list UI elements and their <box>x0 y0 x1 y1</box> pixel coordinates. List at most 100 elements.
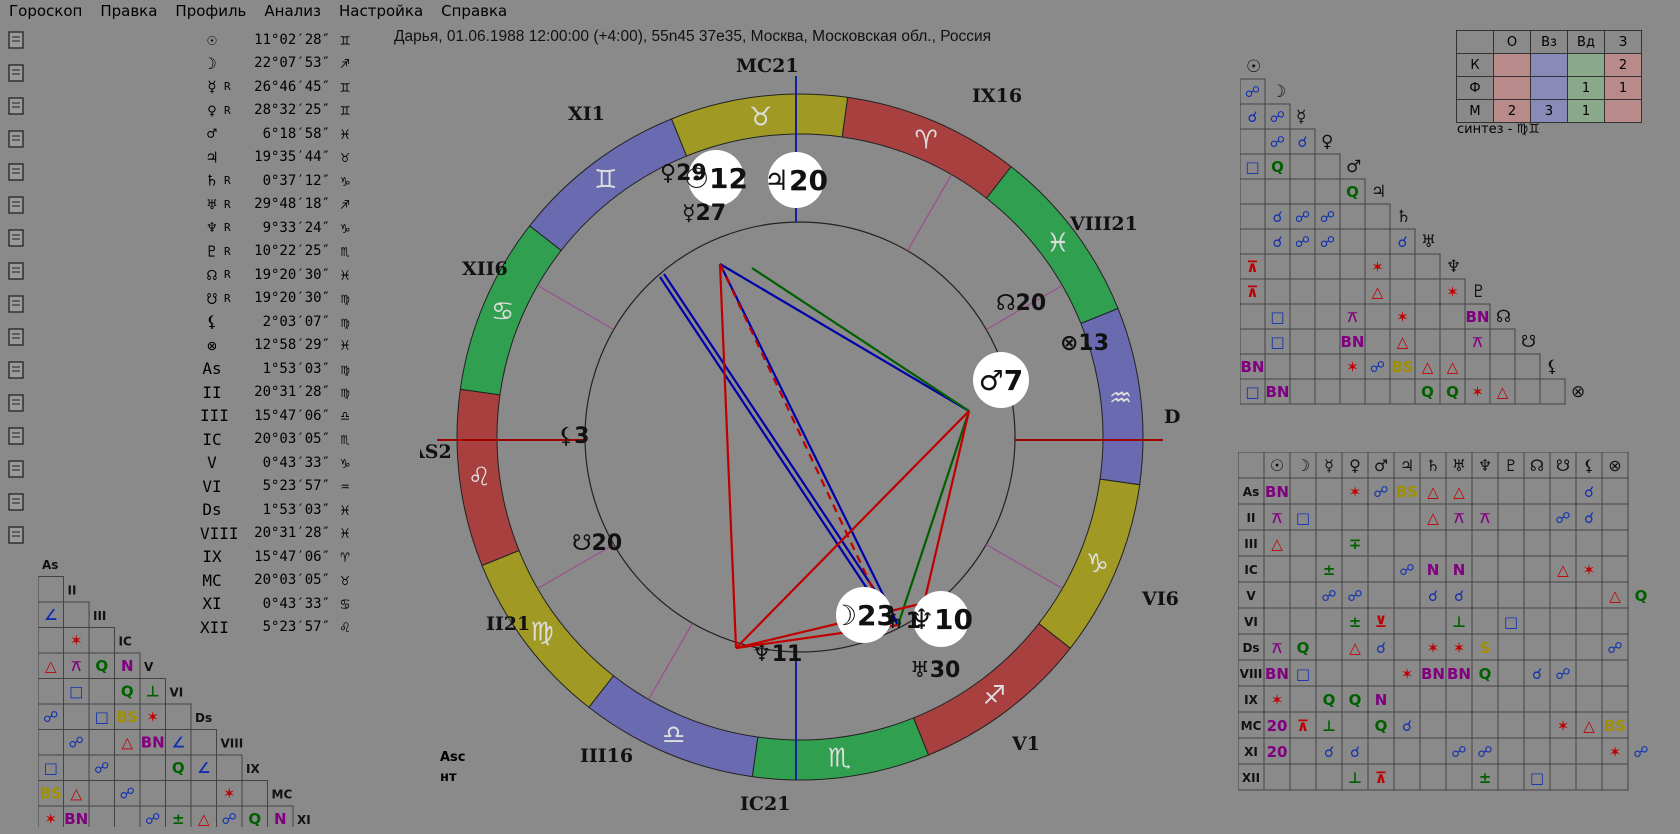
aspect-cell <box>1314 278 1341 305</box>
aspect-cell <box>1364 328 1391 355</box>
planet-marker[interactable]: ⚸3 <box>558 424 589 449</box>
aspect-symbol: Q <box>1446 383 1459 401</box>
planet-row: V 0°43′33″ ♑ <box>200 451 360 475</box>
aspect-symbol: BN <box>1341 333 1365 351</box>
grid-cell <box>1315 659 1343 687</box>
aspect-symbol: ± <box>172 810 185 827</box>
grid-cell <box>1263 763 1291 791</box>
aspect-cell <box>38 729 64 756</box>
planet-degree: 19°20′30″ <box>254 266 330 283</box>
open-icon[interactable] <box>4 490 28 514</box>
grid-cell <box>1497 529 1525 557</box>
planet-degree: 9°33′24″ <box>262 219 330 236</box>
planet-degree: 19°20′30″ <box>254 290 330 307</box>
grid-cell <box>1341 711 1369 739</box>
aspect-cell <box>1364 203 1391 230</box>
planet-marker[interactable]: ♆11 <box>752 642 802 667</box>
aspect-symbol: ⚻ <box>1480 509 1490 527</box>
plus-icon[interactable] <box>4 523 28 547</box>
sign-glyph: ♊ <box>340 77 350 96</box>
grid-row-header: VIII <box>1240 667 1263 681</box>
list-icon[interactable] <box>4 226 28 250</box>
aspect-symbol: ✶ <box>1453 639 1466 657</box>
planet-row: Ds 1°53′03″ ♓ <box>200 498 360 522</box>
planet-row: ♆ R 9°33′24″ ♑ <box>200 216 360 240</box>
grid-col-header: ☉ <box>1270 456 1284 475</box>
menu-profile[interactable]: Профиль <box>166 2 255 20</box>
chart-icon[interactable] <box>4 28 28 52</box>
clock-icon[interactable] <box>4 160 28 184</box>
menu-analysis[interactable]: Анализ <box>255 2 330 20</box>
grid-cell <box>1341 503 1369 531</box>
aspect-cell <box>190 729 217 756</box>
aspect-cell <box>1240 328 1266 355</box>
aspect-symbol: □ <box>1245 383 1259 401</box>
aspect-symbol: ☍ <box>1320 233 1335 251</box>
grid-cell <box>1523 737 1551 765</box>
grid-cell <box>1289 477 1317 505</box>
planet-marker[interactable]: ♄1 <box>886 609 921 634</box>
stats-icon[interactable] <box>4 292 28 316</box>
planet-marker[interactable]: ♀29 <box>660 161 707 186</box>
aspect-line <box>719 263 899 626</box>
menu-horoscope[interactable]: Гороскоп <box>0 2 91 20</box>
grid-cell <box>1575 633 1603 661</box>
planet-row: ♃ 19°35′44″ ♉ <box>200 146 360 170</box>
aspect-symbol: ⊻ <box>1375 613 1387 631</box>
planet-glyph: III <box>200 406 229 426</box>
export-icon[interactable] <box>4 391 28 415</box>
aspect-cell <box>63 601 90 628</box>
compare-icon[interactable] <box>4 193 28 217</box>
windows-icon[interactable] <box>4 259 28 283</box>
planet-marker[interactable]: ♂7 <box>979 364 1024 397</box>
grid-cell <box>1341 659 1369 687</box>
grid-cell <box>1549 737 1577 765</box>
zoom-icon[interactable] <box>4 457 28 481</box>
elements-col-header: О <box>1493 30 1531 54</box>
aspect-symbol: □ <box>1296 509 1310 527</box>
aspect-cell <box>165 703 192 730</box>
zodiac-glyph: ♑ <box>1086 549 1109 579</box>
grid-cell <box>1289 555 1317 583</box>
aspect-cell <box>1389 253 1416 280</box>
aspect-symbol: ☍ <box>1370 358 1385 376</box>
sign-glyph: ♑ <box>340 171 350 190</box>
aspect-symbol: ☌ <box>1324 743 1334 761</box>
planet-glyph: ☊ <box>207 265 217 285</box>
planet-marker[interactable]: ♅30 <box>910 658 960 683</box>
house-label: II21 <box>486 613 530 635</box>
new-icon[interactable] <box>4 61 28 85</box>
aspect-symbol: BN <box>1421 665 1445 683</box>
image-icon[interactable] <box>4 358 28 382</box>
search-wave-icon[interactable] <box>4 424 28 448</box>
grid-cell <box>1238 452 1265 479</box>
aspect-cell <box>1339 203 1366 230</box>
grid-cell <box>1497 659 1525 687</box>
check-icon[interactable] <box>4 127 28 151</box>
grid-col-header: ♀ <box>1349 456 1361 475</box>
aspect-symbol: △ <box>1271 535 1283 553</box>
planet-marker[interactable]: ☿27 <box>682 201 726 226</box>
menu-help[interactable]: Справка <box>432 2 516 20</box>
aspect-symbol: △ <box>70 785 82 803</box>
grid-cell <box>1367 737 1395 765</box>
menu-settings[interactable]: Настройка <box>330 2 432 20</box>
aspect-cell <box>1314 328 1341 355</box>
grid-col-header: ⊗ <box>1608 456 1621 475</box>
menu-edit[interactable]: Правка <box>91 2 166 20</box>
planet-row: ☉ 11°02′28″ ♊ <box>200 28 360 52</box>
planet-marker[interactable]: ♃20 <box>764 164 828 197</box>
folder-icon[interactable] <box>4 325 28 349</box>
aspect-symbol: ✶ <box>1271 691 1284 709</box>
grid-cell <box>1497 555 1525 583</box>
grid-cell <box>1549 633 1577 661</box>
planet-marker[interactable]: ⊗13 <box>1060 331 1109 356</box>
aspect-symbol: ☌ <box>1532 665 1542 683</box>
sign-glyph: ♒ <box>340 477 350 496</box>
aspect-symbol: ☌ <box>1272 208 1282 226</box>
aspect-symbol: ⊥ <box>146 683 160 701</box>
planet-marker[interactable]: ☊20 <box>996 291 1046 316</box>
planet-marker[interactable]: ☋20 <box>572 531 622 556</box>
grid-cell <box>1393 685 1421 713</box>
page-icon[interactable] <box>4 94 28 118</box>
